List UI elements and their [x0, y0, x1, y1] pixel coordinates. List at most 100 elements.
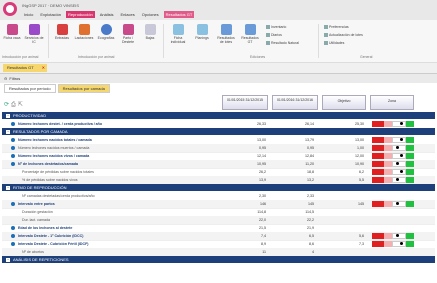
- tab-periodo[interactable]: Resultados por período: [4, 84, 56, 93]
- bajas-button[interactable]: Bajas: [140, 24, 160, 40]
- syringe-icon: [28, 24, 40, 35]
- resultados-lotes-button[interactable]: Resultados de lotes: [216, 24, 236, 44]
- inventario-button[interactable]: Inventario: [266, 25, 286, 30]
- diarios-button[interactable]: Diarios: [266, 33, 282, 38]
- ribbon: Ficha vaca Servicios de IC Entradas Lact…: [0, 20, 437, 63]
- group-label: Ediciones: [250, 55, 266, 59]
- ribbon-separator: [48, 24, 49, 58]
- zone-bar: [372, 153, 414, 159]
- value-2015: 13,9: [259, 178, 266, 182]
- tab-explotacion[interactable]: Explotación: [38, 11, 63, 18]
- actualizacion-lotes-button[interactable]: Actualización de lotes: [324, 33, 363, 38]
- info-icon[interactable]: [11, 146, 15, 150]
- info-icon[interactable]: [11, 202, 15, 206]
- value-2015: 26,2: [259, 170, 266, 174]
- value-2015: 114,8: [257, 210, 266, 214]
- planings-button[interactable]: Planings: [192, 24, 212, 40]
- info-icon[interactable]: [11, 154, 15, 158]
- tab-inicio[interactable]: Inicio: [22, 11, 35, 18]
- info-icon[interactable]: [11, 162, 15, 166]
- marker-icon: [396, 146, 399, 149]
- section-header[interactable]: − ANÁLISIS DE REPETICIONES: [2, 256, 435, 263]
- section-header[interactable]: − PRODUCTIVIDAD: [2, 112, 435, 119]
- utilidades-button[interactable]: Utilidades: [324, 41, 344, 46]
- tab-reproduccion[interactable]: Reproducción: [66, 11, 95, 18]
- list-icon: [266, 33, 270, 38]
- value-2015: 7,4: [261, 234, 266, 238]
- value-objetivo: 5,6: [359, 234, 364, 238]
- value-2015: 13,00: [257, 138, 266, 142]
- row-label: Número lechones nacidos totales / camada: [18, 138, 92, 142]
- info-icon[interactable]: [11, 226, 15, 230]
- refresh-icon[interactable]: ⟳: [4, 102, 11, 108]
- column-header-objetivo[interactable]: Objetivo: [322, 95, 366, 110]
- value-2016: 21,9: [307, 226, 314, 230]
- servicios-button[interactable]: Servicios de IC: [24, 24, 44, 44]
- subtabs: Resultados por período Resultados por ca…: [4, 84, 110, 93]
- ficha-individual-button[interactable]: Ficha individual: [168, 24, 188, 44]
- value-2016: 2,33: [307, 194, 314, 198]
- value-2015: 26,33: [257, 122, 266, 126]
- info-icon[interactable]: [11, 138, 15, 142]
- gear-icon: [324, 25, 328, 30]
- tab-analisis[interactable]: Análisis: [98, 11, 116, 18]
- expand-icon[interactable]: −: [6, 130, 10, 134]
- close-icon[interactable]: ✕: [42, 64, 45, 72]
- zone-bar: [372, 161, 414, 167]
- marker-icon: [396, 234, 399, 237]
- tab-camada[interactable]: Resultados por camada: [57, 84, 110, 93]
- expand-icon[interactable]: −: [6, 186, 10, 190]
- row-label: Nº camadas destetadas/cerda productiva/a…: [22, 194, 95, 198]
- resultados-gt-button[interactable]: Resultados GT: [240, 24, 260, 44]
- info-icon[interactable]: [11, 122, 15, 126]
- tab-enlaces[interactable]: Enlaces: [119, 11, 137, 18]
- info-icon[interactable]: [11, 242, 15, 246]
- section-header[interactable]: − RESULTADOS POR CAMADA: [2, 128, 435, 135]
- marker-icon: [400, 138, 403, 141]
- section-header[interactable]: − RITMO DE REPRODUCCIÓN: [2, 184, 435, 191]
- value-objetivo: 25,30: [355, 122, 364, 126]
- ficha-vaca-button[interactable]: Ficha vaca: [2, 24, 22, 40]
- info-icon[interactable]: [11, 234, 15, 238]
- value-objetivo: 13,00: [355, 138, 364, 142]
- print-icon[interactable]: ⎙: [11, 102, 18, 108]
- tab-resultados-gt[interactable]: Resultados GT: [163, 11, 195, 18]
- export-icon[interactable]: ⇱: [18, 102, 25, 108]
- value-2016: 4: [312, 250, 314, 254]
- group-label: Introducción por animal: [2, 55, 39, 59]
- list-icon: [266, 25, 270, 30]
- expand-icon[interactable]: −: [6, 258, 10, 262]
- expand-icon[interactable]: −: [6, 114, 10, 118]
- filter-bar[interactable]: ⊖ Filtros: [0, 74, 437, 83]
- doc-tab-resultados-gt[interactable]: Resultados GT ✕: [3, 64, 47, 72]
- entradas-button[interactable]: Entradas: [52, 24, 72, 40]
- row-label: Dur. lact. camada: [22, 218, 50, 222]
- calendar-icon: [196, 24, 208, 35]
- marker-icon: [400, 122, 403, 125]
- column-header-2015[interactable]: 01/01/2015 31/12/2015: [222, 95, 268, 110]
- value-2016: 22,2: [307, 218, 314, 222]
- ribbon-separator: [163, 24, 164, 58]
- tools-icon: [324, 41, 328, 46]
- parto-destete-button[interactable]: Parto / Destete: [118, 24, 138, 44]
- tab-opciones[interactable]: Opciones: [140, 11, 161, 18]
- refresh-icon: [324, 33, 328, 38]
- sow-icon: [6, 24, 18, 35]
- ribbon-separator: [318, 24, 319, 58]
- ecografias-button[interactable]: Ecografías: [96, 24, 116, 40]
- row-label: Duración gestación: [22, 210, 53, 214]
- column-header-2016[interactable]: 01/01/2016 31/12/2016: [272, 95, 318, 110]
- row-label: Nº de abortos: [22, 250, 44, 254]
- lactaciones-button[interactable]: Lactaciones: [74, 24, 94, 40]
- resultado-natural-button[interactable]: Resultado Natural: [266, 41, 299, 46]
- app-title: INgGSP 2017 · DEMO VINSEIS: [22, 3, 80, 8]
- curve-icon: [78, 24, 90, 35]
- document-tab-bar: Resultados GT ✕: [0, 63, 437, 74]
- value-2015: 2,30: [259, 194, 266, 198]
- value-2016: 26,14: [305, 122, 314, 126]
- marker-icon: [396, 202, 399, 205]
- preferencias-button[interactable]: Preferencias: [324, 25, 349, 30]
- value-2015: 21,5: [259, 226, 266, 230]
- app-logo-icon[interactable]: [3, 2, 17, 16]
- column-header-zona[interactable]: Zona: [370, 95, 414, 110]
